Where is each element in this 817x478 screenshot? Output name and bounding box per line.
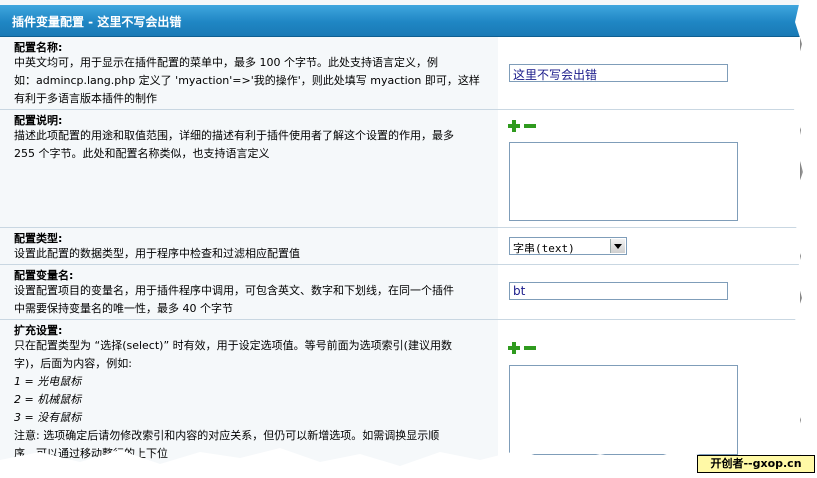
field-description: 只在配置类型为 “选择(select)” 时有效，用于设定选项值。等号前面为选项…	[14, 337, 496, 463]
row-left: 配置名称: 中英文均可，用于显示在插件配置的菜单中，最多 100 个字节。此处支…	[0, 37, 498, 109]
desc-line: 255 个字节。此处和配置名称类似，也支持语言定义	[14, 147, 270, 160]
desc-line: 设置此配置的数据类型，用于程序中检查和过滤相应配置值	[14, 247, 300, 260]
row-right: 这里不写会出错	[498, 37, 800, 109]
extra-settings-textarea[interactable]	[509, 365, 738, 455]
field-description: 描述此项配置的用途和取值范围，详细的描述有利于插件使用者了解这个设置的作用，最多…	[14, 127, 496, 163]
desc-line: 中英文均可，用于显示在插件配置的菜单中，最多 100 个字节。此处支持语言定义，…	[14, 56, 438, 69]
row-right	[498, 110, 800, 227]
config-description-textarea[interactable]	[509, 142, 738, 221]
row-right: 字串(text)	[498, 228, 800, 264]
panel-header: 插件变量配置 - 这里不写会出错	[0, 5, 800, 37]
example-line: 3 = 没有鼠标	[14, 411, 82, 424]
field-description: 设置此配置的数据类型，用于程序中检查和过滤相应配置值	[14, 245, 496, 263]
minus-icon[interactable]	[524, 342, 536, 354]
desc-line: 描述此项配置的用途和取值范围，详细的描述有利于插件使用者了解这个设置的作用，最多	[14, 129, 454, 142]
desc-line: 中需要保持变量名的唯一性，最多 40 个字节	[14, 302, 233, 315]
minus-icon[interactable]	[524, 120, 536, 132]
row-extra-settings: 扩充设置: 只在配置类型为 “选择(select)” 时有效，用于设定选项值。等…	[0, 320, 800, 470]
row-config-variable: 配置变量名: 设置配置项目的变量名，用于插件程序中调用，可包含英文、数字和下划线…	[0, 265, 800, 320]
config-type-select[interactable]: 字串(text)	[509, 237, 627, 255]
row-config-type: 配置类型: 设置此配置的数据类型，用于程序中检查和过滤相应配置值 字串(text…	[0, 228, 800, 265]
field-label: 配置类型:	[14, 232, 63, 245]
chevron-down-icon[interactable]	[610, 239, 625, 253]
desc-line: 有利于多语言版本插件的制作	[14, 92, 157, 105]
select-value: 字串(text)	[513, 242, 575, 255]
field-description: 设置配置项目的变量名，用于插件程序中调用，可包含英文、数字和下划线，在同一个插件…	[14, 282, 496, 318]
resize-controls	[508, 342, 538, 354]
desc-line: 设置配置项目的变量名，用于插件程序中调用，可包含英文、数字和下划线，在同一个插件	[14, 284, 454, 297]
row-left: 配置类型: 设置此配置的数据类型，用于程序中检查和过滤相应配置值	[0, 228, 498, 264]
example-line: 1 = 光电鼠标	[14, 375, 82, 388]
desc-line: 只在配置类型为 “选择(select)” 时有效，用于设定选项值。等号前面为选项…	[14, 339, 452, 352]
row-left: 配置变量名: 设置配置项目的变量名，用于插件程序中调用，可包含英文、数字和下划线…	[0, 265, 498, 319]
row-right: bt	[498, 265, 800, 319]
config-variable-input[interactable]: bt	[509, 282, 728, 300]
field-label: 扩充设置:	[14, 324, 63, 337]
note-line: 注意: 选项确定后请勿修改索引和内容的对应关系，但仍可以新增选项。如需调换显示顺	[14, 429, 440, 442]
row-left: 扩充设置: 只在配置类型为 “选择(select)” 时有效，用于设定选项值。等…	[0, 320, 498, 470]
config-name-input[interactable]: 这里不写会出错	[509, 64, 728, 82]
field-label: 配置名称:	[14, 41, 63, 54]
desc-line: 如：admincp.lang.php 定义了 'myaction'=>'我的操作…	[14, 74, 480, 87]
plus-icon[interactable]	[508, 120, 520, 132]
example-line: 2 = 机械鼠标	[14, 393, 82, 406]
plugin-variable-panel: 插件变量配置 - 这里不写会出错 配置名称: 中英文均可，用于显示在插件配置的菜…	[0, 0, 800, 470]
desc-line: 字)，后面为内容，例如:	[14, 357, 132, 370]
site-watermark: 开创者--gxop.cn	[697, 455, 815, 473]
row-config-description: 配置说明: 描述此项配置的用途和取值范围，详细的描述有利于插件使用者了解这个设置…	[0, 110, 800, 228]
field-label: 配置说明:	[14, 114, 63, 127]
row-config-name: 配置名称: 中英文均可，用于显示在插件配置的菜单中，最多 100 个字节。此处支…	[0, 37, 800, 110]
field-description: 中英文均可，用于显示在插件配置的菜单中，最多 100 个字节。此处支持语言定义，…	[14, 54, 496, 108]
field-label: 配置变量名:	[14, 269, 74, 282]
panel-title: 插件变量配置 - 这里不写会出错	[12, 15, 182, 29]
row-left: 配置说明: 描述此项配置的用途和取值范围，详细的描述有利于插件使用者了解这个设置…	[0, 110, 498, 227]
resize-controls	[508, 120, 538, 132]
plus-icon[interactable]	[508, 342, 520, 354]
row-right	[498, 320, 800, 470]
